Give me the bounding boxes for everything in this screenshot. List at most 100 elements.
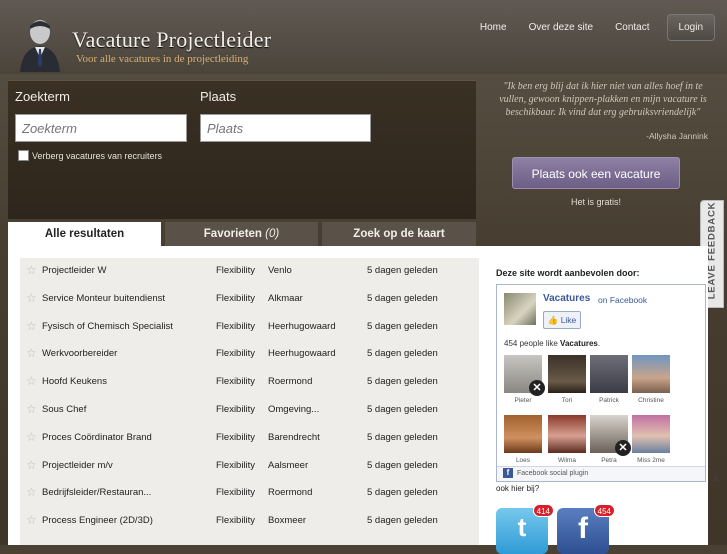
favorite-star-icon[interactable]: ☆ bbox=[26, 403, 38, 415]
job-title[interactable]: Proces Coördinator Brand bbox=[42, 432, 207, 443]
fan-name: Loes bbox=[515, 457, 531, 464]
businessman-logo-icon bbox=[20, 20, 60, 72]
job-title[interactable]: Hoofd Keukens bbox=[42, 376, 207, 387]
job-type: Flexibility bbox=[216, 431, 256, 443]
job-type: Flexibility bbox=[216, 348, 256, 360]
fan-avatar[interactable]: ✕ Petra bbox=[590, 415, 631, 464]
result-row[interactable]: ☆ Proces Coördinator Brand Flexibility Bare… bbox=[20, 424, 479, 452]
job-location: Heerhugowaard bbox=[268, 348, 336, 360]
leave-feedback-label: LEAVE FEEDBACK bbox=[706, 201, 718, 300]
join-question: ook hier bij? bbox=[496, 484, 540, 493]
facebook-button[interactable]: f 454 bbox=[557, 504, 615, 554]
job-title[interactable]: Service Monteur buitendienst bbox=[42, 293, 207, 304]
job-type: Flexibility bbox=[216, 459, 256, 471]
fan-avatar[interactable]: Christine bbox=[632, 355, 670, 404]
favorite-star-icon[interactable]: ☆ bbox=[26, 486, 38, 498]
testimonial-quote: "Ik ben erg blij dat ik hier niet van al… bbox=[499, 81, 707, 118]
top-navigation: Home Over deze site Contact Login bbox=[469, 14, 715, 41]
main-content: ☆ Projectleider W Flexibility Venlo 5 dagen … bbox=[8, 246, 718, 554]
job-location: Roermond bbox=[268, 487, 313, 499]
login-button[interactable]: Login bbox=[666, 14, 715, 41]
tab-favorites[interactable]: Favorieten (0) bbox=[165, 222, 318, 246]
facebook-icon: f bbox=[503, 468, 513, 479]
free-text: Het is gratis! bbox=[570, 197, 621, 207]
job-date: 5 dagen geleden bbox=[367, 515, 438, 527]
close-icon: ✕ bbox=[529, 380, 545, 396]
place-label: Plaats bbox=[200, 89, 237, 104]
job-title[interactable]: Bedrijfsleider/Restauran... bbox=[42, 487, 207, 498]
result-row[interactable]: ☆ Werkvoorbereider Flexibility Heerhugowaar… bbox=[20, 340, 479, 368]
thumbs-up-icon: 👍 bbox=[547, 315, 559, 325]
fan-name: Pieter bbox=[514, 397, 532, 404]
job-date: 5 dagen geleden bbox=[367, 292, 438, 304]
fan-avatar[interactable]: Miss 2me bbox=[632, 415, 670, 464]
job-title[interactable]: Projectleider W bbox=[42, 265, 207, 276]
job-location: Roermond bbox=[268, 376, 313, 388]
job-title[interactable]: Werkvoorbereider bbox=[42, 348, 207, 359]
hide-recruiters-checkbox[interactable] bbox=[18, 150, 29, 161]
job-title[interactable]: Fysisch of Chemisch Specialist bbox=[42, 321, 207, 332]
truncated-text: Ji bbox=[712, 474, 718, 483]
job-date: 5 dagen geleden bbox=[367, 459, 438, 471]
tab-map-search[interactable]: Zoek op de kaart bbox=[322, 222, 476, 246]
nav-home[interactable]: Home bbox=[469, 14, 518, 41]
result-row[interactable]: ☆ Hoofd Keukens Flexibility Roermond 5 dagen… bbox=[20, 368, 479, 396]
result-row[interactable]: ☆ Fysisch of Chemisch Specialist Flexibili… bbox=[20, 313, 479, 341]
result-row[interactable]: ☆ Projectleider W Flexibility Venlo 5 dagen … bbox=[20, 257, 479, 285]
job-type: Flexibility bbox=[216, 320, 256, 332]
result-row[interactable]: ☆ Process Engineer (2D/3D) Flexibility Boxm… bbox=[20, 507, 479, 535]
job-location: Alkmaar bbox=[268, 292, 303, 304]
job-title[interactable]: Process Engineer (2D/3D) bbox=[42, 515, 207, 526]
favorite-star-icon[interactable]: ☆ bbox=[26, 347, 38, 359]
favorite-star-icon[interactable]: ☆ bbox=[26, 292, 38, 304]
favorite-star-icon[interactable]: ☆ bbox=[26, 514, 38, 526]
tab-all-results[interactable]: Alle resultaten bbox=[8, 222, 161, 246]
favorite-star-icon[interactable]: ☆ bbox=[26, 264, 38, 276]
favorite-star-icon[interactable]: ☆ bbox=[26, 375, 38, 387]
post-vacancy-button[interactable]: Plaats ook een vacature bbox=[512, 157, 680, 189]
job-type: Flexibility bbox=[216, 265, 256, 276]
facebook-plugin-footer: f Facebook social plugin bbox=[497, 466, 705, 481]
facebook-plugin-label: Facebook social plugin bbox=[517, 470, 589, 477]
nav-contact[interactable]: Contact bbox=[604, 14, 660, 41]
facebook-page-name[interactable]: Vacatures bbox=[543, 293, 590, 304]
facebook-count-badge: 454 bbox=[593, 504, 615, 517]
fan-avatar[interactable]: Loes bbox=[504, 415, 542, 464]
facebook-like-button[interactable]: 👍 Like bbox=[543, 311, 581, 329]
job-type: Flexibility bbox=[216, 404, 256, 415]
site-title: Vacature Projectleider bbox=[72, 27, 272, 52]
recommended-heading: Deze site wordt aanbevolen door: bbox=[496, 268, 640, 278]
fan-avatar[interactable]: Tori bbox=[548, 355, 586, 404]
job-title[interactable]: Projectleider m/v bbox=[42, 460, 207, 471]
job-location: Barendrecht bbox=[268, 431, 320, 443]
result-row[interactable]: ☆ Service Monteur buitendienst Flexibility… bbox=[20, 285, 479, 313]
result-row[interactable]: ☆ Projectleider m/v Flexibility Aalsmeer 5 d… bbox=[20, 452, 479, 480]
result-row[interactable]: ☆ Sous Chef Flexibility Omgeving... 5 dagen … bbox=[20, 396, 479, 424]
job-date: 5 dagen geleden bbox=[367, 431, 438, 443]
result-row[interactable]: ☆ Bedrijfsleider/Restauran... Flexibility R… bbox=[20, 479, 479, 507]
fan-name: Miss 2me bbox=[637, 457, 665, 464]
facebook-on-text: on Facebook bbox=[598, 295, 648, 305]
favorite-star-icon[interactable]: ☆ bbox=[26, 459, 38, 471]
testimonial-author: -Allysha Jannink bbox=[646, 131, 708, 141]
fan-avatar[interactable]: Patrick bbox=[590, 355, 628, 404]
job-date: 5 dagen geleden bbox=[367, 487, 438, 499]
twitter-button[interactable]: t 414 bbox=[496, 504, 554, 554]
facebook-like-count: 454 people like Vacatures. bbox=[504, 339, 601, 348]
favorite-star-icon[interactable]: ☆ bbox=[26, 431, 38, 443]
place-input[interactable] bbox=[200, 114, 371, 142]
search-term-label: Zoekterm bbox=[15, 89, 70, 104]
fan-name: Christine bbox=[638, 397, 664, 404]
hide-recruiters-label: Verberg vacatures van recruiters bbox=[32, 151, 163, 161]
job-title[interactable]: Sous Chef bbox=[42, 404, 207, 415]
job-type: Flexibility bbox=[216, 487, 256, 499]
fan-avatar[interactable]: ✕ Pieter bbox=[504, 355, 545, 404]
search-term-input[interactable] bbox=[15, 114, 187, 142]
tab-favorites-label: Favorieten bbox=[203, 228, 262, 240]
nav-about[interactable]: Over deze site bbox=[518, 14, 604, 41]
favorite-star-icon[interactable]: ☆ bbox=[26, 320, 38, 332]
job-date: 5 dagen geleden bbox=[367, 320, 438, 332]
job-date: 5 dagen geleden bbox=[367, 376, 438, 388]
site-subtitle: Voor alle vacatures in de projectleiding bbox=[76, 53, 249, 65]
fan-avatar[interactable]: Wilma bbox=[548, 415, 586, 464]
